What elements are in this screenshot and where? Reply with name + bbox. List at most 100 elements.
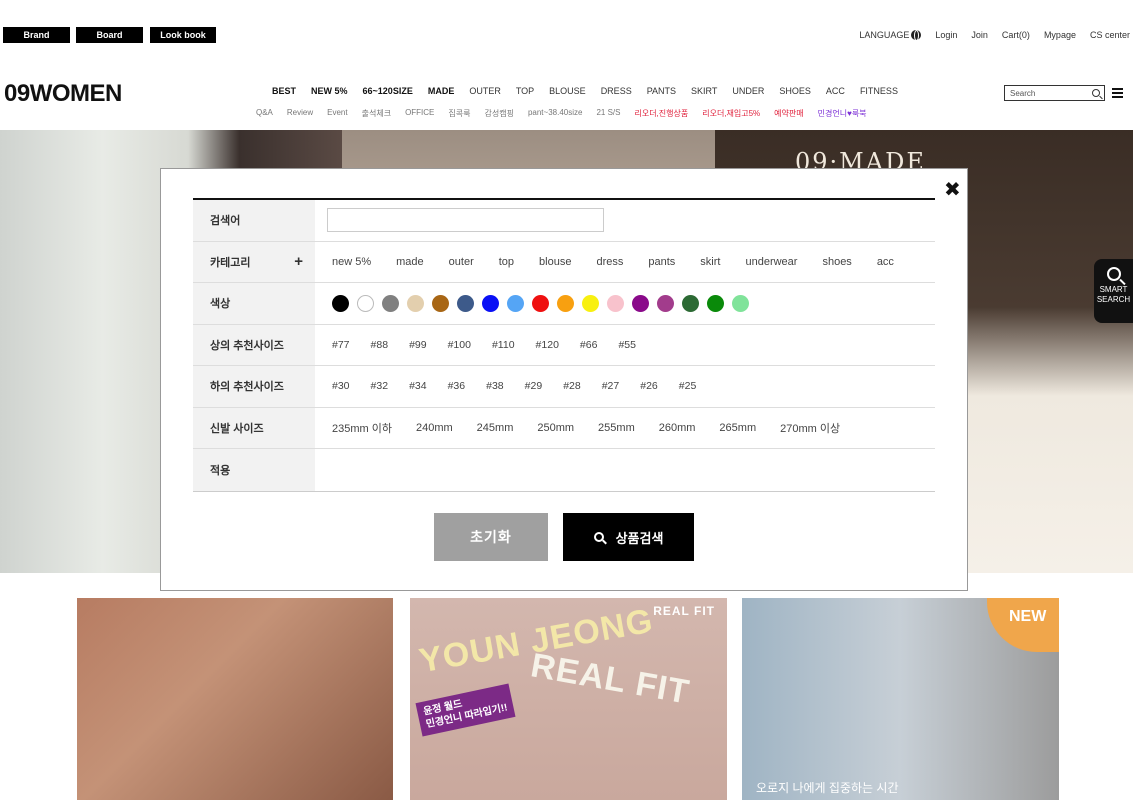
shoe-size-option-1[interactable]: 240mm xyxy=(416,422,453,434)
search-input[interactable]: Search xyxy=(1004,85,1105,101)
bottom-size-option-2[interactable]: #34 xyxy=(409,380,427,392)
top-size-option-3[interactable]: #100 xyxy=(448,339,471,351)
color-swatch-9[interactable] xyxy=(557,294,574,312)
main-nav-item-0[interactable]: BEST xyxy=(272,86,296,96)
main-nav-item-3[interactable]: MADE xyxy=(428,86,455,96)
shoe-size-option-2[interactable]: 245mm xyxy=(477,422,514,434)
sub-nav-item-3[interactable]: 출석체크 xyxy=(362,108,391,119)
bottom-size-option-1[interactable]: #32 xyxy=(371,380,389,392)
main-nav-item-11[interactable]: SHOES xyxy=(779,86,811,96)
sub-nav-item-7[interactable]: pant~38.40size xyxy=(528,108,583,119)
join-link[interactable]: Join xyxy=(971,30,988,40)
shoe-size-option-7[interactable]: 270mm 이상 xyxy=(780,420,840,436)
color-swatch-5[interactable] xyxy=(457,294,474,312)
category-option-7[interactable]: skirt xyxy=(700,256,720,268)
category-option-5[interactable]: dress xyxy=(596,256,623,268)
sub-nav-item-8[interactable]: 21 S/S xyxy=(596,108,620,119)
shoe-size-option-4[interactable]: 255mm xyxy=(598,422,635,434)
color-swatch-0[interactable] xyxy=(332,294,349,312)
category-option-4[interactable]: blouse xyxy=(539,256,571,268)
sub-nav-item-6[interactable]: 감성캠핑 xyxy=(485,108,514,119)
top-size-option-6[interactable]: #66 xyxy=(580,339,598,351)
color-swatch-4[interactable] xyxy=(432,294,449,312)
color-swatch-3[interactable] xyxy=(407,294,424,312)
bottom-size-option-9[interactable]: #25 xyxy=(679,380,697,392)
main-nav-item-5[interactable]: TOP xyxy=(516,86,534,96)
bottom-size-option-4[interactable]: #38 xyxy=(486,380,504,392)
sub-nav-item-11[interactable]: 예약판매 xyxy=(774,108,803,119)
cart-link[interactable]: Cart(0) xyxy=(1002,30,1030,40)
main-nav-item-8[interactable]: PANTS xyxy=(647,86,676,96)
color-swatch-8[interactable] xyxy=(532,294,549,312)
main-nav-item-6[interactable]: BLOUSE xyxy=(549,86,586,96)
main-nav-item-4[interactable]: OUTER xyxy=(469,86,501,96)
language-link[interactable]: LANGUAGE xyxy=(859,30,922,41)
bottom-size-option-0[interactable]: #30 xyxy=(332,380,350,392)
color-swatch-11[interactable] xyxy=(607,294,624,312)
expand-plus-icon[interactable]: + xyxy=(294,253,303,270)
color-swatch-10[interactable] xyxy=(582,294,599,312)
lookbook-button[interactable]: Look book xyxy=(150,27,216,43)
sub-nav-item-12[interactable]: 민경언니♥룩북 xyxy=(818,108,867,119)
banner-new[interactable]: NEW 오로지 나에게 집중하는 시간 xyxy=(742,598,1059,800)
main-nav-item-12[interactable]: ACC xyxy=(826,86,845,96)
color-swatch-1[interactable] xyxy=(357,294,374,312)
color-swatch-12[interactable] xyxy=(632,294,649,312)
banner-realfit[interactable]: REAL FIT YOUN JEONG REAL FIT 윤정 월드 민경언니 … xyxy=(410,598,727,800)
color-swatch-6[interactable] xyxy=(482,294,499,312)
sub-nav-item-4[interactable]: OFFICE xyxy=(405,108,434,119)
top-size-option-2[interactable]: #99 xyxy=(409,339,427,351)
sub-nav-item-1[interactable]: Review xyxy=(287,108,313,119)
bottom-size-option-6[interactable]: #28 xyxy=(563,380,581,392)
board-button[interactable]: Board xyxy=(76,27,143,43)
mypage-link[interactable]: Mypage xyxy=(1044,30,1076,40)
main-nav-item-2[interactable]: 66~120SIZE xyxy=(363,86,413,96)
top-size-option-0[interactable]: #77 xyxy=(332,339,350,351)
category-option-9[interactable]: shoes xyxy=(822,256,851,268)
main-nav-item-1[interactable]: NEW 5% xyxy=(311,86,348,96)
sub-nav-item-0[interactable]: Q&A xyxy=(256,108,273,119)
category-option-8[interactable]: underwear xyxy=(745,256,797,268)
shoe-size-option-0[interactable]: 235mm 이하 xyxy=(332,420,392,436)
color-swatch-14[interactable] xyxy=(682,294,699,312)
smart-search-button[interactable]: SMART SEARCH xyxy=(1094,259,1133,323)
bottom-size-option-8[interactable]: #26 xyxy=(640,380,658,392)
main-nav-item-13[interactable]: FITNESS xyxy=(860,86,898,96)
main-nav-item-10[interactable]: UNDER xyxy=(732,86,764,96)
color-swatch-16[interactable] xyxy=(732,294,749,312)
color-swatch-2[interactable] xyxy=(382,294,399,312)
color-swatch-7[interactable] xyxy=(507,294,524,312)
sub-nav-item-5[interactable]: 집콕룩 xyxy=(448,108,470,119)
sub-nav-item-10[interactable]: 리오더,재입고5% xyxy=(702,108,760,119)
main-nav-item-9[interactable]: SKIRT xyxy=(691,86,717,96)
sub-nav-item-2[interactable]: Event xyxy=(327,108,347,119)
category-option-10[interactable]: acc xyxy=(877,256,894,268)
top-size-option-4[interactable]: #110 xyxy=(492,339,515,351)
top-size-option-5[interactable]: #120 xyxy=(536,339,559,351)
shoe-size-option-6[interactable]: 265mm xyxy=(719,422,756,434)
keyword-input[interactable] xyxy=(327,208,604,233)
bottom-size-option-5[interactable]: #29 xyxy=(525,380,543,392)
category-option-6[interactable]: pants xyxy=(648,256,675,268)
bottom-size-option-3[interactable]: #36 xyxy=(448,380,466,392)
cs-center-link[interactable]: CS center xyxy=(1090,30,1130,40)
close-icon[interactable]: ✖ xyxy=(944,180,961,200)
category-option-0[interactable]: new 5% xyxy=(332,256,371,268)
site-logo[interactable]: 09WOMEN xyxy=(4,80,122,108)
bottom-size-option-7[interactable]: #27 xyxy=(602,380,620,392)
category-option-2[interactable]: outer xyxy=(449,256,474,268)
product-search-button[interactable]: 상품검색 xyxy=(563,513,694,561)
top-size-option-7[interactable]: #55 xyxy=(618,339,636,351)
color-swatch-15[interactable] xyxy=(707,294,724,312)
hamburger-menu-icon[interactable] xyxy=(1112,88,1123,100)
brand-button[interactable]: Brand xyxy=(3,27,70,43)
category-option-3[interactable]: top xyxy=(499,256,514,268)
login-link[interactable]: Login xyxy=(935,30,957,40)
banner-lookbook[interactable] xyxy=(77,598,393,800)
main-nav-item-7[interactable]: DRESS xyxy=(601,86,632,96)
shoe-size-option-3[interactable]: 250mm xyxy=(537,422,574,434)
reset-button[interactable]: 초기화 xyxy=(434,513,548,561)
top-size-option-1[interactable]: #88 xyxy=(371,339,389,351)
color-swatch-13[interactable] xyxy=(657,294,674,312)
search-icon[interactable] xyxy=(1092,89,1100,97)
